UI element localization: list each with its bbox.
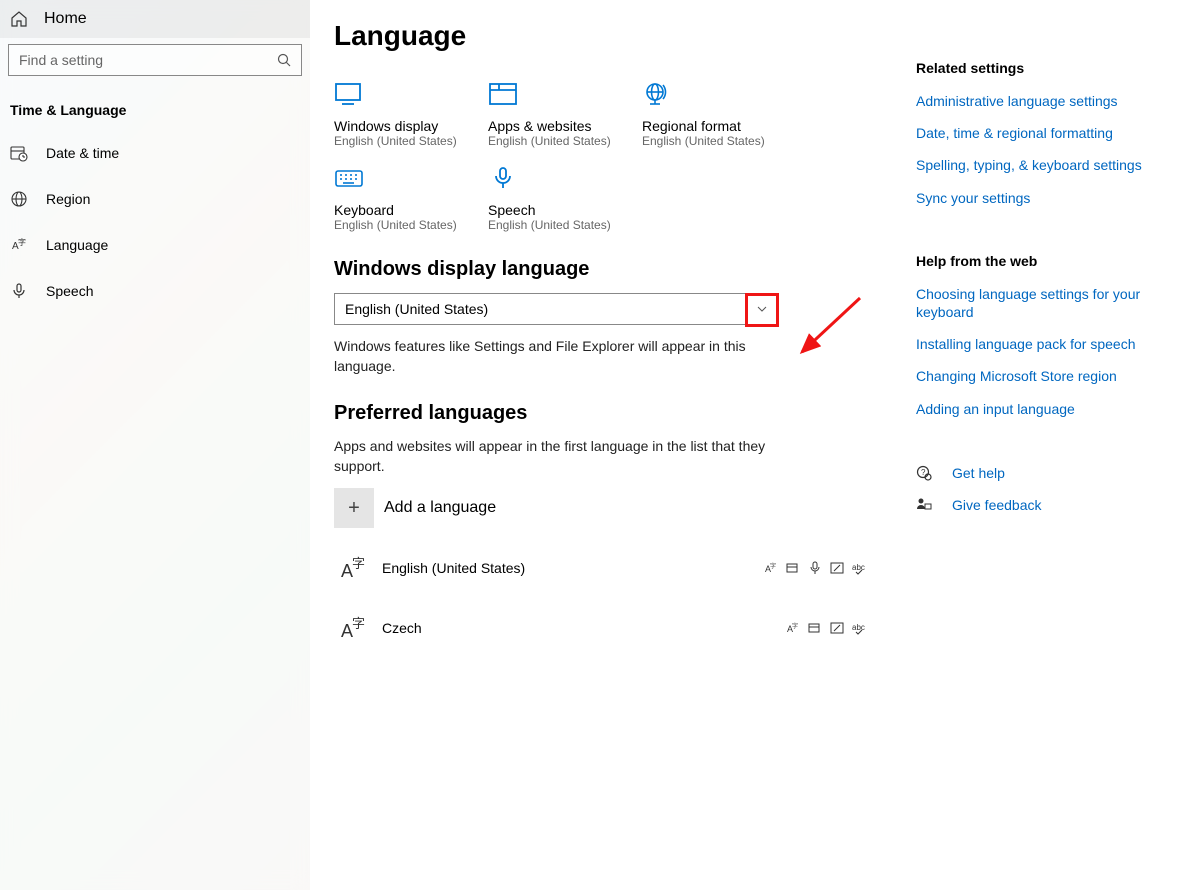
link-choosing-lang[interactable]: Choosing language settings for your keyb… (916, 285, 1156, 321)
sidebar-item-label: Region (46, 191, 90, 207)
preferred-languages-heading: Preferred languages (334, 402, 876, 425)
display-lang-icon: A字 (786, 621, 800, 635)
tile-title: Windows display (334, 118, 484, 134)
link-admin-language[interactable]: Administrative language settings (916, 92, 1156, 110)
language-features: A字 abc (764, 561, 876, 575)
language-features: A字 abc (786, 621, 876, 635)
tile-sub: English (United States) (334, 218, 484, 232)
link-spelling-typing[interactable]: Spelling, typing, & keyboard settings (916, 156, 1156, 174)
sidebar-item-label: Speech (46, 283, 93, 299)
tile-regional-format[interactable]: Regional format English (United States) (642, 82, 792, 148)
sidebar-item-language[interactable]: A字 Language (0, 222, 310, 268)
search-placeholder: Find a setting (19, 52, 103, 68)
language-glyph-icon: A字 (334, 608, 374, 648)
link-store-region[interactable]: Changing Microsoft Store region (916, 367, 1156, 385)
sidebar-item-speech[interactable]: Speech (0, 268, 310, 314)
display-lang-icon: A字 (764, 561, 778, 575)
category-header: Time & Language (0, 90, 310, 130)
language-name: Czech (382, 620, 786, 636)
svg-text:字: 字 (352, 616, 365, 631)
help-heading: Help from the web (916, 253, 1156, 269)
home-button[interactable]: Home (0, 0, 310, 38)
language-item-english[interactable]: A字 English (United States) A字 abc (334, 548, 876, 588)
language-item-czech[interactable]: A字 Czech A字 abc (334, 608, 876, 648)
search-icon (277, 53, 291, 67)
display-language-desc: Windows features like Settings and File … (334, 337, 774, 376)
keyboard-icon (334, 166, 364, 190)
tile-title: Apps & websites (488, 118, 638, 134)
add-language-label: Add a language (384, 499, 496, 517)
tile-sub: English (United States) (488, 218, 638, 232)
globe-stand-icon (642, 82, 672, 106)
spellcheck-icon: abc (852, 621, 866, 635)
svg-text:字: 字 (352, 556, 365, 571)
tile-sub: English (United States) (334, 134, 484, 148)
svg-text:abc: abc (852, 623, 865, 632)
link-install-pack[interactable]: Installing language pack for speech (916, 335, 1156, 353)
tile-title: Speech (488, 202, 638, 218)
page-title: Language (334, 20, 876, 52)
related-settings-heading: Related settings (916, 60, 1156, 76)
sidebar: Home Find a setting Time & Language Date… (0, 0, 310, 890)
spellcheck-icon: abc (852, 561, 866, 575)
language-icon: A字 (10, 236, 28, 254)
language-name: English (United States) (382, 560, 764, 576)
tile-keyboard[interactable]: Keyboard English (United States) (334, 166, 484, 232)
add-language-button[interactable]: + Add a language (334, 488, 876, 528)
sidebar-item-label: Language (46, 237, 108, 253)
sidebar-item-region[interactable]: Region (0, 176, 310, 222)
tile-apps-websites[interactable]: Apps & websites English (United States) (488, 82, 638, 148)
sidebar-item-label: Date & time (46, 145, 119, 161)
svg-text:abc: abc (852, 563, 865, 572)
tts-icon (786, 561, 800, 575)
svg-text:字: 字 (770, 562, 776, 570)
tts-icon (808, 621, 822, 635)
globe-icon (10, 190, 28, 208)
search-input[interactable]: Find a setting (8, 44, 302, 76)
main-content: Language Windows display English (United… (310, 0, 1180, 890)
link-get-help[interactable]: Get help (952, 464, 1005, 482)
sidebar-item-date-time[interactable]: Date & time (0, 130, 310, 176)
display-language-heading: Windows display language (334, 258, 876, 281)
tile-speech[interactable]: Speech English (United States) (488, 166, 638, 232)
microphone-icon (10, 282, 28, 300)
home-label: Home (44, 10, 87, 28)
handwriting-icon (830, 561, 844, 575)
link-give-feedback[interactable]: Give feedback (952, 496, 1042, 514)
calendar-clock-icon (10, 144, 28, 162)
svg-text:字: 字 (18, 237, 26, 247)
right-panel: Related settings Administrative language… (916, 20, 1156, 870)
tile-sub: English (United States) (488, 134, 638, 148)
annotation-highlight (745, 293, 779, 327)
language-glyph-icon: A字 (334, 548, 374, 588)
speech-icon (808, 561, 822, 575)
dropdown-value: English (United States) (345, 301, 488, 317)
tile-windows-display[interactable]: Windows display English (United States) (334, 82, 484, 148)
preferred-languages-desc: Apps and websites will appear in the fir… (334, 437, 774, 476)
feedback-icon (916, 497, 932, 513)
window-icon (488, 82, 518, 106)
tile-title: Regional format (642, 118, 792, 134)
tile-sub: English (United States) (642, 134, 792, 148)
display-language-dropdown[interactable]: English (United States) (334, 293, 779, 325)
plus-icon: + (334, 488, 374, 528)
microphone-icon (488, 166, 518, 190)
home-icon (10, 10, 28, 28)
display-icon (334, 82, 364, 106)
handwriting-icon (830, 621, 844, 635)
tile-title: Keyboard (334, 202, 484, 218)
link-date-time-format[interactable]: Date, time & regional formatting (916, 124, 1156, 142)
link-sync-settings[interactable]: Sync your settings (916, 189, 1156, 207)
help-icon: ? (916, 465, 932, 481)
language-tiles: Windows display English (United States) … (334, 82, 876, 232)
link-add-input[interactable]: Adding an input language (916, 400, 1156, 418)
svg-text:字: 字 (792, 622, 798, 630)
